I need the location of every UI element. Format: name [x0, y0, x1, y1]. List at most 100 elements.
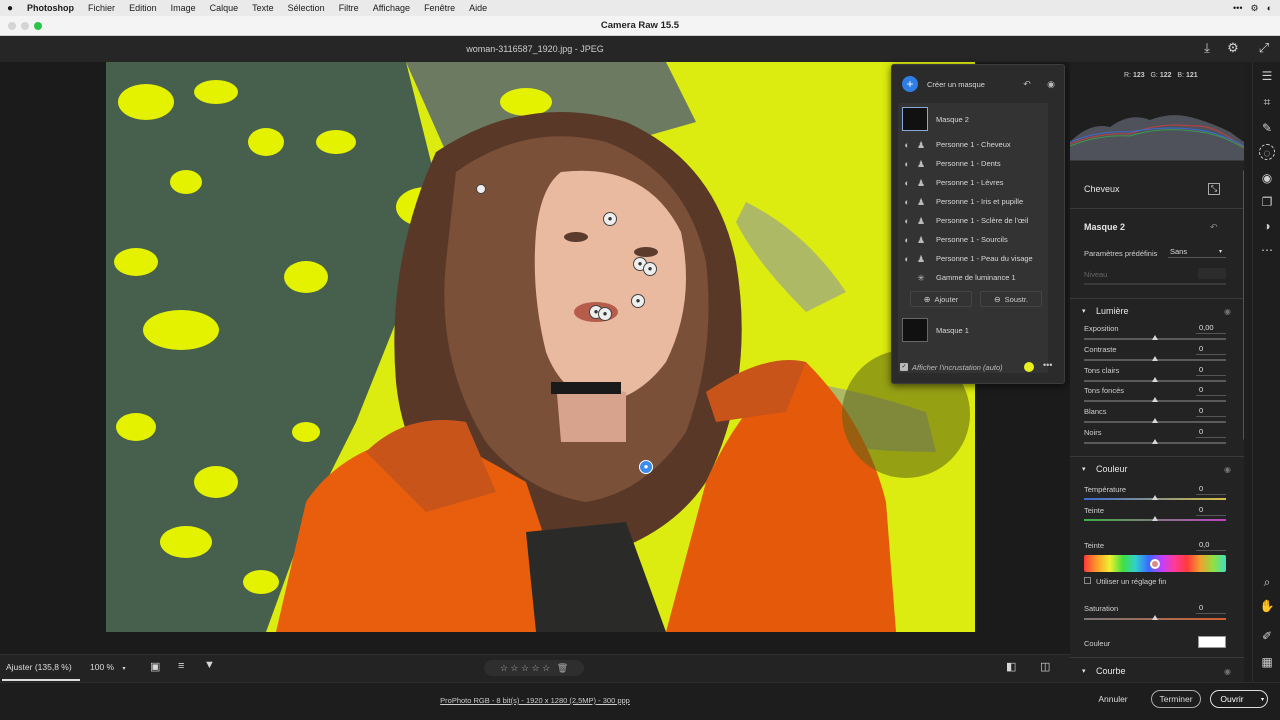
snapshots-icon[interactable]: ❐ — [1259, 194, 1275, 210]
curve-section-header[interactable]: ▾ Courbe ◉ — [1070, 660, 1244, 682]
overlay-label[interactable]: Afficher l'incrustation (auto) — [912, 363, 1003, 372]
slider-thumb[interactable] — [1152, 355, 1158, 361]
create-mask-label[interactable]: Créer un masque — [927, 80, 985, 89]
menu-image[interactable]: Image — [164, 3, 203, 13]
mask-pin-icon[interactable]: ● — [643, 262, 657, 276]
done-button[interactable]: Terminer — [1151, 690, 1201, 708]
hue-value[interactable]: 0,0 — [1196, 539, 1226, 551]
apple-icon[interactable]: ● — [0, 3, 20, 14]
zoom-icon[interactable]: ⌕ — [1259, 574, 1275, 590]
hue-thumb[interactable] — [1150, 559, 1160, 569]
mask-item[interactable]: Masque 2 — [898, 106, 1070, 132]
visibility-eye-icon[interactable]: ◉ — [1224, 307, 1231, 316]
toggle-view-icon[interactable]: ◧ — [1006, 660, 1016, 673]
fit-zoom-button[interactable]: Ajuster (135,8 %) — [6, 662, 72, 672]
slider-thumb[interactable] — [1152, 335, 1158, 340]
component-name[interactable]: Personne 1 - Peau du visage — [936, 254, 1033, 263]
slider-thumb[interactable] — [1152, 418, 1158, 424]
component-eye-icon[interactable]: ◐ — [902, 254, 912, 264]
color-section-header[interactable]: ▾ Couleur ◉ — [1070, 458, 1244, 480]
component-name[interactable]: Personne 1 - Sourcils — [936, 235, 1008, 244]
sort-icon[interactable]: ≡ — [178, 660, 184, 672]
reset-icon[interactable]: ↶ — [1210, 222, 1218, 233]
fine-adjust-checkbox[interactable] — [1084, 577, 1091, 584]
grid-icon[interactable]: ▦ — [1259, 654, 1275, 670]
menu-fichier[interactable]: Fichier — [81, 3, 122, 13]
compare-view-icon[interactable]: ▣ — [150, 660, 160, 673]
component-eye-icon[interactable]: ◐ — [902, 216, 912, 226]
component-eye-icon[interactable]: ◐ — [902, 140, 912, 150]
split-view-icon[interactable]: ◫ — [1040, 660, 1050, 673]
color-swatch[interactable] — [1198, 636, 1226, 648]
menu-calque[interactable]: Calque — [203, 3, 246, 13]
settings-gear-icon[interactable]: ⚙ — [1225, 40, 1241, 56]
component-item[interactable]: ◐ ♟ Personne 1 - Sclère de l'œil — [898, 211, 1070, 230]
edit-sliders-icon[interactable]: ☰ — [1259, 68, 1275, 84]
menu-affichage[interactable]: Affichage — [366, 3, 417, 13]
component-name[interactable]: Gamme de luminance 1 — [936, 273, 1016, 282]
mask-item[interactable]: Masque 1 — [898, 317, 1070, 343]
presets-icon[interactable]: ◑ — [1259, 218, 1275, 234]
more-icon[interactable]: ••• — [1233, 3, 1242, 14]
temperature-value[interactable]: 0 — [1196, 483, 1226, 495]
slider-thumb[interactable] — [1152, 397, 1158, 403]
slider-value[interactable]: 0,00 — [1196, 322, 1226, 334]
redeye-icon[interactable]: ◉ — [1259, 170, 1275, 186]
filter-icon[interactable]: ▼ — [204, 659, 215, 671]
panel-scrollbar[interactable] — [1243, 170, 1244, 440]
reset-mask-icon[interactable]: ↶ — [1022, 79, 1032, 89]
crop-icon[interactable]: ⌗ — [1259, 94, 1275, 110]
mask-name[interactable]: Masque 1 — [936, 326, 969, 335]
slider-value[interactable]: 0 — [1196, 384, 1226, 397]
fine-adjust-label[interactable]: Utiliser un réglage fin — [1096, 577, 1166, 586]
component-name[interactable]: Personne 1 - Cheveux — [936, 140, 1011, 149]
add-component-button[interactable]: ⊕ Ajouter — [910, 291, 972, 307]
slider-value[interactable]: 0 — [1196, 405, 1226, 418]
user-icon[interactable]: ◐ — [1267, 3, 1272, 14]
create-mask-row[interactable]: + Créer un masque ↶ ◉ — [892, 73, 1064, 95]
fullscreen-icon[interactable]: ⤢ — [1256, 40, 1272, 56]
tint-value[interactable]: 0 — [1196, 504, 1226, 516]
saturation-value[interactable]: 0 — [1196, 602, 1226, 614]
zoom-window-button[interactable] — [34, 22, 42, 30]
visibility-eye-icon[interactable]: ◉ — [1224, 465, 1231, 474]
light-section-header[interactable]: ▾ Lumière ◉ — [1070, 300, 1244, 322]
component-item[interactable]: ◐ ♟ Personne 1 - Cheveux — [898, 135, 1070, 154]
slider-thumb[interactable] — [1152, 376, 1158, 382]
component-item[interactable]: ◐ ♟ Personne 1 - Sourcils — [898, 230, 1070, 249]
overlay-color-swatch[interactable] — [1024, 362, 1034, 372]
menu-aide[interactable]: Aide — [462, 3, 494, 13]
slider-thumb[interactable] — [1152, 439, 1158, 444]
menu-selection[interactable]: Sélection — [281, 3, 332, 13]
tint-thumb[interactable] — [1152, 516, 1158, 521]
chevron-down-icon[interactable]: ▾ — [1082, 465, 1086, 473]
mask-pin-icon[interactable]: ● — [631, 294, 645, 308]
component-item[interactable]: ◐ ♟ Personne 1 - Dents — [898, 154, 1070, 173]
zoom-level-dropdown[interactable]: 100 % ▾ — [90, 662, 126, 672]
level-value[interactable] — [1198, 268, 1226, 279]
component-item[interactable]: ◐ ♟ Personne 1 - Iris et pupille — [898, 192, 1070, 211]
healing-icon[interactable]: ✎ — [1259, 120, 1275, 136]
menu-fenetre[interactable]: Fenêtre — [417, 3, 462, 13]
minimize-window-button[interactable] — [21, 22, 29, 30]
overlay-checkbox[interactable]: ✓ — [900, 363, 908, 371]
temperature-thumb[interactable] — [1152, 495, 1158, 500]
component-name[interactable]: Personne 1 - Dents — [936, 159, 1001, 168]
edit-component-icon[interactable]: ⤡ — [1208, 183, 1220, 195]
chevron-down-icon[interactable]: ▾ — [1082, 307, 1086, 315]
slider-value[interactable]: 0 — [1196, 343, 1226, 355]
mask-pin-small-icon[interactable] — [476, 184, 486, 194]
component-eye-icon[interactable]: ◐ — [902, 235, 912, 245]
saturation-thumb[interactable] — [1152, 615, 1158, 620]
eye-icon[interactable]: ◉ — [1046, 79, 1056, 89]
component-eye-icon[interactable]: ◐ — [902, 197, 912, 207]
visibility-eye-icon[interactable]: ◉ — [1224, 667, 1231, 676]
hand-icon[interactable]: ✋ — [1259, 598, 1275, 614]
menu-filtre[interactable]: Filtre — [332, 3, 366, 13]
component-name[interactable]: Personne 1 - Sclère de l'œil — [936, 216, 1028, 225]
rating-stars[interactable]: ☆ ☆ ☆ ☆ ☆ 🗑 — [484, 660, 584, 676]
workflow-options-link[interactable]: ProPhoto RGB - 8 bit(s) - 1920 x 1280 (2… — [0, 696, 1070, 705]
component-name[interactable]: Personne 1 - Lèvres — [936, 178, 1004, 187]
masking-icon[interactable]: ◌ — [1259, 144, 1275, 160]
mask-name[interactable]: Masque 2 — [936, 115, 969, 124]
